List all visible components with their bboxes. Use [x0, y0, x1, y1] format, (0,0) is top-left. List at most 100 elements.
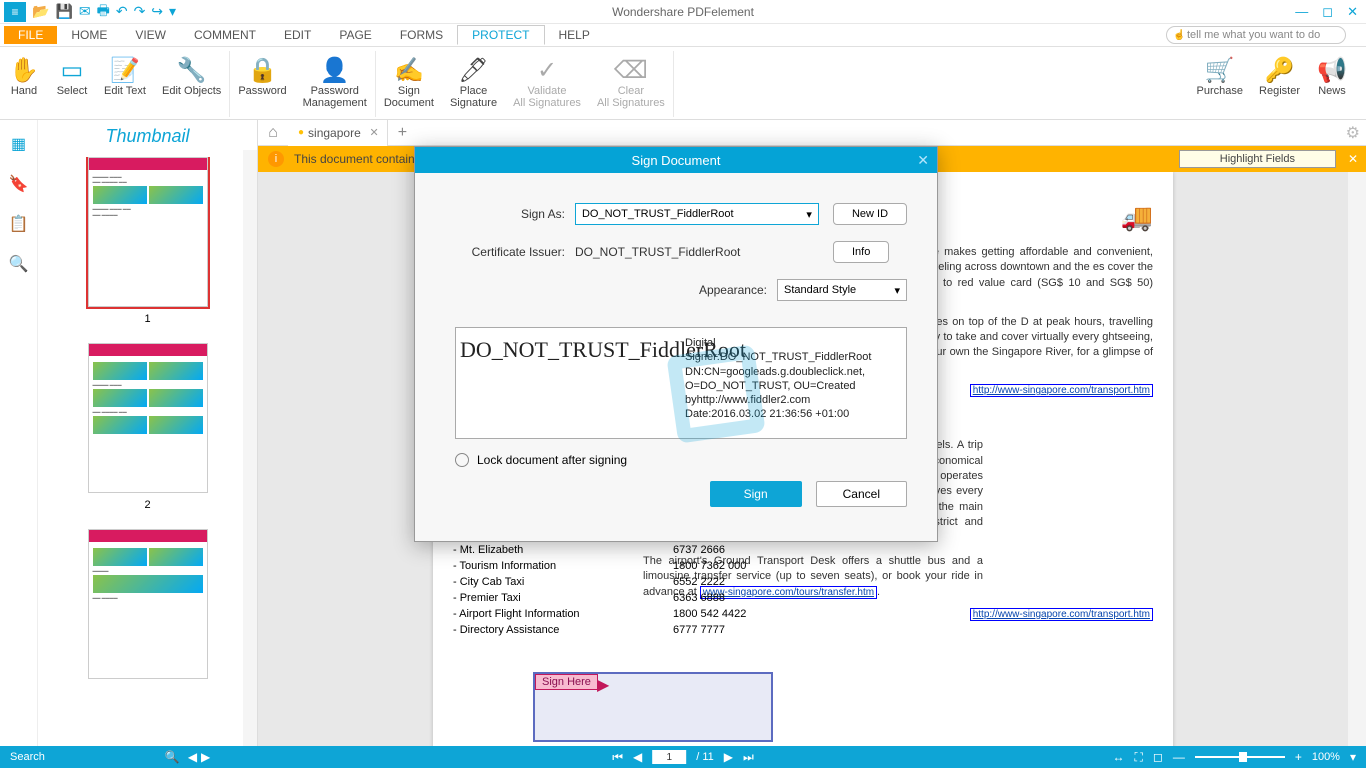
tab-page[interactable]: PAGE: [325, 26, 385, 44]
fit-page-icon[interactable]: ⛶: [1134, 750, 1142, 765]
place-signature-button[interactable]: 🖊Place Signature: [442, 51, 505, 117]
zoom-out-icon[interactable]: —: [1173, 750, 1185, 764]
note-icon[interactable]: 📋: [9, 214, 29, 234]
page-link[interactable]: http://www-singapore.com/transport.htm: [970, 384, 1153, 397]
dialog-close-icon[interactable]: ✕: [917, 152, 929, 169]
tab-home[interactable]: HOME: [57, 26, 121, 44]
close-tab-icon[interactable]: ✕: [370, 126, 379, 139]
thumbnail-view-icon[interactable]: ▦: [11, 134, 26, 154]
tab-file[interactable]: FILE: [4, 26, 57, 44]
new-id-button[interactable]: New ID: [833, 203, 907, 225]
tab-comment[interactable]: COMMENT: [180, 26, 270, 44]
search-input[interactable]: tell me what you want to do: [1166, 26, 1346, 44]
save-icon[interactable]: 💾: [55, 3, 72, 20]
sign-here-label: Sign Here: [535, 674, 598, 690]
first-page-icon[interactable]: ⏮: [612, 750, 623, 765]
close-icon[interactable]: ✕: [1347, 4, 1358, 20]
appearance-select[interactable]: Standard Style▾: [777, 279, 907, 301]
chevron-down-icon: ▾: [894, 284, 900, 297]
clear-signatures-button[interactable]: ⌫Clear All Signatures: [589, 51, 673, 117]
thumbnail-number-1: 1: [144, 313, 150, 325]
cert-issuer-label: Certificate Issuer:: [455, 245, 575, 259]
redo-right-icon[interactable]: ↪: [151, 3, 163, 20]
dialog-title: Sign Document ✕: [415, 147, 937, 173]
edit-objects-button[interactable]: 🔧Edit Objects: [154, 51, 229, 117]
document-scrollbar[interactable]: [1348, 172, 1366, 746]
menubar: FILE HOME VIEW COMMENT EDIT PAGE FORMS P…: [0, 24, 1366, 46]
register-button[interactable]: 🔑Register: [1251, 51, 1308, 101]
info-button[interactable]: Info: [833, 241, 889, 263]
last-page-icon[interactable]: ⏭: [743, 750, 754, 765]
sign-document-dialog: Sign Document ✕ Sign As: DO_NOT_TRUST_Fi…: [414, 146, 938, 542]
document-tab[interactable]: singapore✕: [288, 120, 388, 146]
email-icon[interactable]: ✉: [79, 3, 91, 20]
page-input[interactable]: [652, 750, 686, 764]
thumbnail-list: ▬▬▬▬ ▬▬▬▬▬ ▬▬▬▬ ▬▬▬▬▬▬ ▬▬▬ ▬▬▬▬ ▬▬▬▬ 1 ▬…: [38, 157, 257, 746]
minimize-icon[interactable]: —: [1295, 4, 1308, 20]
search-icon[interactable]: 🔍: [9, 254, 29, 274]
tab-view[interactable]: VIEW: [121, 26, 180, 44]
zoom-slider[interactable]: [1195, 756, 1285, 758]
preview-name: DO_NOT_TRUST_FiddlerRoot: [456, 328, 681, 438]
print-icon[interactable]: 🖶: [97, 0, 110, 24]
tab-forms[interactable]: FORMS: [386, 26, 457, 44]
fit-width-icon[interactable]: ↔: [1112, 750, 1124, 764]
info-icon: i: [268, 151, 284, 167]
thumb-scrollbar[interactable]: [243, 150, 257, 746]
edit-text-button[interactable]: 📝Edit Text: [96, 51, 154, 117]
chevron-down-icon: ▾: [806, 208, 812, 221]
purchase-button[interactable]: 🛒Purchase: [1189, 51, 1251, 101]
next-page-icon[interactable]: ▶: [724, 750, 733, 764]
app-logo[interactable]: ≡: [4, 2, 26, 22]
hand-button[interactable]: ✋Hand: [0, 51, 48, 117]
page-total: / 11: [696, 751, 714, 763]
validate-signatures-button[interactable]: ✓Validate All Signatures: [505, 51, 589, 117]
left-icon-strip: ▦ 🔖 📋 🔍: [0, 120, 38, 746]
bookmark-icon[interactable]: 🔖: [9, 174, 29, 194]
lock-label: Lock document after signing: [477, 453, 627, 467]
lock-checkbox-row[interactable]: Lock document after signing: [415, 453, 937, 467]
news-button[interactable]: 📢News: [1308, 51, 1356, 101]
fullscreen-icon[interactable]: ◻: [1153, 750, 1163, 764]
open-icon[interactable]: 📂: [32, 3, 49, 20]
thumbnail-page-3[interactable]: ▬▬▬▬▬▬ ▬▬▬▬: [88, 529, 208, 679]
lock-checkbox[interactable]: [455, 453, 469, 467]
page-link[interactable]: http://www-singapore.com/transport.htm: [970, 608, 1153, 621]
appearance-label: Appearance:: [699, 283, 777, 297]
undo-icon[interactable]: ↶: [116, 3, 128, 20]
prev-icon[interactable]: ◀: [188, 750, 197, 764]
tab-help[interactable]: HELP: [545, 26, 604, 44]
document-tabbar: ⌂ singapore✕ + ⚙: [258, 120, 1366, 146]
cancel-button[interactable]: Cancel: [816, 481, 907, 507]
signature-field[interactable]: Sign Here ▶: [533, 672, 773, 742]
page-navigation: ⏮ ◀ / 11 ▶ ⏭: [612, 750, 754, 765]
dropdown-icon[interactable]: ▾: [169, 3, 176, 20]
tab-edit[interactable]: EDIT: [270, 26, 325, 44]
zoom-dropdown-icon[interactable]: ▾: [1350, 750, 1356, 764]
tab-protect[interactable]: PROTECT: [457, 25, 544, 45]
close-bar-icon[interactable]: ✕: [1348, 152, 1358, 166]
zoom-in-icon[interactable]: +: [1295, 750, 1302, 764]
thumbnail-page-1[interactable]: ▬▬▬▬ ▬▬▬▬▬ ▬▬▬▬ ▬▬▬▬▬▬ ▬▬▬ ▬▬▬▬ ▬▬▬▬: [88, 157, 208, 307]
home-icon[interactable]: ⌂: [258, 124, 288, 142]
tab-settings-icon[interactable]: ⚙: [1346, 123, 1360, 143]
thumbnail-number-2: 2: [144, 499, 150, 511]
maximize-icon[interactable]: ◻: [1322, 4, 1333, 20]
sign-as-select[interactable]: DO_NOT_TRUST_FiddlerRoot▾: [575, 203, 819, 225]
password-mgmt-button[interactable]: 👤Password Management: [295, 51, 375, 117]
find-icon[interactable]: 🔍: [165, 750, 180, 764]
sign-document-button[interactable]: ✍Sign Document: [376, 51, 442, 117]
prev-page-icon[interactable]: ◀: [633, 750, 642, 764]
status-search[interactable]: Search: [0, 751, 45, 763]
sign-button[interactable]: Sign: [710, 481, 802, 507]
highlight-fields-button[interactable]: Highlight Fields: [1179, 150, 1336, 168]
thumbnail-page-2[interactable]: ▬▬▬▬ ▬▬▬▬▬ ▬▬▬▬ ▬▬: [88, 343, 208, 493]
next-icon[interactable]: ▶: [201, 750, 210, 764]
ribbon: ✋Hand ▭Select 📝Edit Text 🔧Edit Objects 🔒…: [0, 46, 1366, 120]
password-button[interactable]: 🔒Password: [230, 51, 294, 117]
select-button[interactable]: ▭Select: [48, 51, 96, 117]
new-tab-icon[interactable]: +: [388, 124, 417, 142]
cert-issuer-value: DO_NOT_TRUST_FiddlerRoot: [575, 245, 819, 259]
redo-left-icon[interactable]: ↷: [134, 3, 146, 20]
zoom-value: 100%: [1312, 751, 1340, 763]
